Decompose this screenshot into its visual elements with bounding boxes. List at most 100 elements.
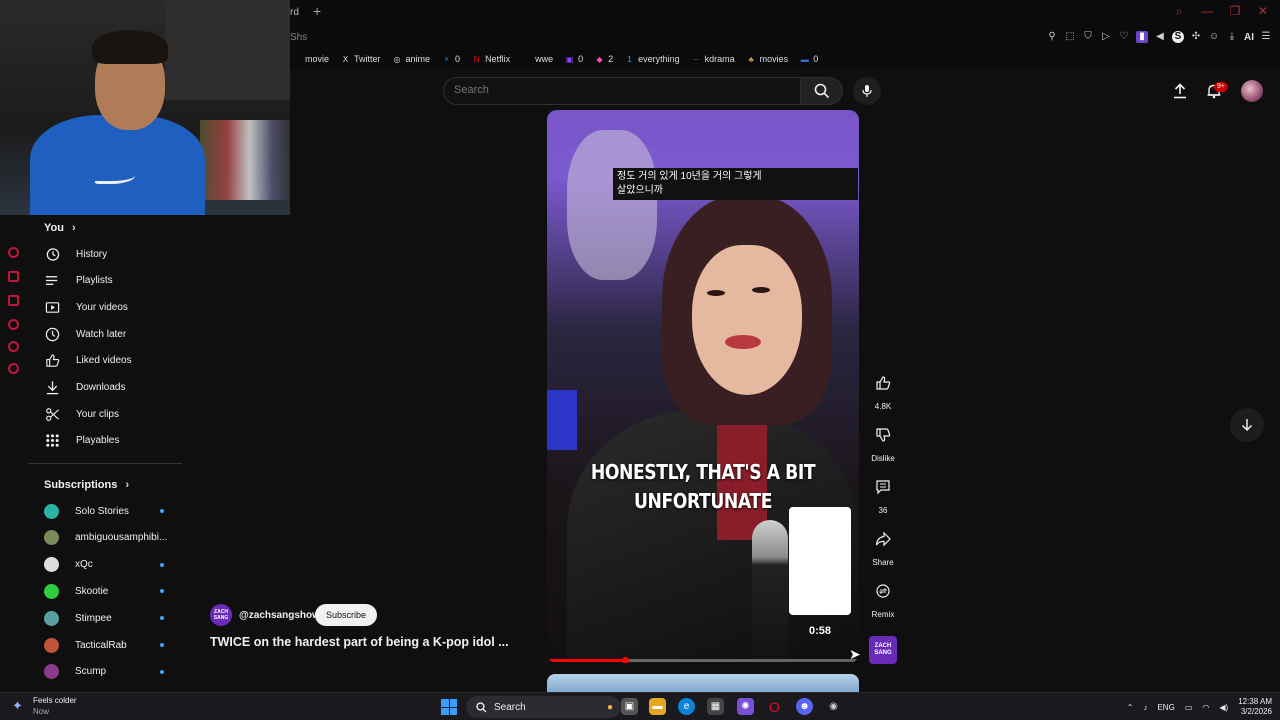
weather-icon[interactable]: ✦ — [12, 698, 23, 714]
share-button[interactable] — [866, 522, 900, 556]
search-tabs-icon[interactable]: ⌕ — [1172, 4, 1186, 19]
subscription-item[interactable]: Skootie — [44, 578, 184, 604]
puzzle-icon[interactable]: ✣ — [1190, 31, 1202, 43]
address-text[interactable]: Shs — [290, 32, 307, 43]
sidebar-item-playables[interactable]: Playables — [44, 428, 184, 454]
subscription-item[interactable]: Stimpee — [44, 605, 184, 631]
bookmark-item[interactable]: 1 everything — [625, 54, 679, 64]
subscription-item[interactable]: TacticalRab — [44, 632, 184, 658]
store-icon[interactable]: ▦ — [707, 698, 724, 715]
sidebar-you-header[interactable]: You › — [44, 222, 76, 234]
sidebar-you-label: You — [44, 222, 64, 234]
bookmark-item[interactable]: ·· kdrama — [692, 54, 734, 64]
clock[interactable]: 12:38 AM 3/2/2026 — [1238, 697, 1272, 717]
rail-play-icon[interactable] — [8, 271, 19, 282]
sidebar-item-label: Your videos — [76, 301, 128, 313]
start-button[interactable] — [441, 699, 457, 715]
s-extension-icon[interactable]: S — [1172, 31, 1184, 43]
bookmark-item[interactable]: X Twitter — [341, 54, 381, 64]
next-short-button[interactable] — [1230, 408, 1264, 442]
bookmark-item[interactable]: ◎ anime — [393, 54, 431, 64]
obs-icon[interactable]: ◉ — [825, 698, 842, 715]
download-icon[interactable]: ⤓ — [1226, 31, 1238, 43]
sidebar-subscriptions-header[interactable]: Subscriptions › — [44, 479, 129, 491]
rail-chat-icon[interactable] — [8, 341, 19, 352]
account-avatar[interactable] — [1241, 80, 1263, 102]
channel-avatar[interactable]: ZACH SANG — [210, 604, 232, 626]
microphone-icon[interactable]: ♪ — [1143, 703, 1147, 712]
comments-button[interactable] — [866, 470, 900, 504]
subscription-item[interactable]: ambiguousamphibi... — [44, 525, 184, 551]
edge-browser-icon[interactable]: e — [678, 698, 695, 715]
tray-expand-icon[interactable]: ⌃ — [1127, 703, 1134, 712]
language-indicator[interactable]: ENG — [1157, 703, 1174, 712]
ai-extension-button[interactable]: AI — [1244, 32, 1254, 43]
bookmark-item[interactable]: ▬ 0 — [800, 54, 819, 64]
shield-icon[interactable]: ⛉ — [1082, 31, 1094, 43]
share-label: Share — [872, 558, 894, 567]
rail-settings-icon[interactable] — [8, 363, 19, 374]
shorts-player[interactable]: 정도 거의 있게 10년을 거의 그렇게 살았으니까 HONESTLY, THA… — [547, 110, 859, 663]
bookmark-item[interactable]: ♣ movies — [747, 54, 789, 64]
subscription-item[interactable]: xQc — [44, 552, 184, 578]
volume-icon[interactable]: ◀) — [1219, 703, 1228, 712]
sidebar-item-history[interactable]: History — [44, 241, 184, 267]
restore-icon[interactable]: ❐ — [1228, 4, 1242, 19]
screenshot-icon[interactable]: ⬚ — [1064, 31, 1076, 43]
rail-bookmark-icon[interactable] — [8, 295, 19, 306]
dislike-button[interactable] — [866, 418, 900, 452]
sidebar-item-your-clips[interactable]: Your clips — [44, 401, 184, 427]
bookmark-item[interactable]: movie — [292, 54, 329, 64]
video-progress-fill — [547, 659, 625, 662]
short-title[interactable]: TWICE on the hardest part of being a K-p… — [210, 635, 509, 649]
taskbar-search[interactable]: Search ● — [466, 696, 621, 718]
copilot-icon[interactable]: ✺ — [737, 698, 754, 715]
bookmark-item[interactable]: wwe — [522, 54, 553, 64]
task-view-icon[interactable]: ▣ — [621, 698, 638, 715]
next-short-preview[interactable] — [547, 674, 859, 694]
network-icon[interactable]: ▭ — [1185, 703, 1193, 712]
subscription-item[interactable]: Scump — [44, 659, 184, 685]
voice-search-button[interactable] — [853, 77, 881, 105]
profile-extension-icon[interactable]: ☺ — [1208, 31, 1220, 43]
pin-icon[interactable]: ⚲ — [1046, 31, 1058, 43]
sidebar-item-playlists[interactable]: Playlists — [44, 268, 184, 294]
opera-gx-icon[interactable]: O — [766, 698, 783, 715]
bookmark-item[interactable]: N Netflix — [472, 54, 510, 64]
search-button[interactable] — [801, 77, 843, 105]
file-explorer-icon[interactable]: ▬ — [649, 698, 666, 715]
play-icon[interactable]: ▷ — [1100, 31, 1112, 43]
search-input[interactable] — [454, 84, 784, 96]
minimize-icon[interactable]: — — [1200, 4, 1214, 19]
rail-clock-icon[interactable] — [8, 319, 19, 330]
video-progress-handle[interactable] — [622, 657, 629, 663]
twitch-extension-icon[interactable]: ▮ — [1136, 31, 1148, 43]
subscription-item[interactable]: Solo Stories — [44, 498, 184, 524]
bookmark-item[interactable]: ⚡ 0 — [442, 54, 460, 64]
sidebar-item-liked-videos[interactable]: Liked videos — [44, 348, 184, 374]
close-icon[interactable]: ✕ — [1256, 4, 1270, 19]
video-progress-bar[interactable] — [547, 657, 859, 663]
like-button[interactable] — [866, 366, 900, 400]
heart-icon[interactable]: ♡ — [1118, 31, 1130, 43]
channel-handle[interactable]: @zachsangshow — [239, 610, 320, 621]
sidebar-item-watch-later[interactable]: Watch later — [44, 321, 184, 347]
remix-button[interactable] — [866, 574, 900, 608]
sidebar-item-your-videos[interactable]: Your videos — [44, 294, 184, 320]
wifi-icon[interactable]: ◠ — [1202, 703, 1209, 712]
channel-audio-thumbnail[interactable]: ZACH SANG — [869, 636, 897, 664]
create-button[interactable] — [1170, 81, 1190, 101]
subscribe-button[interactable]: Subscribe — [315, 604, 378, 626]
tab-title[interactable]: rd — [290, 7, 299, 18]
audio-icon[interactable]: ◀ — [1154, 31, 1166, 43]
bookmark-item[interactable]: ◆ 2 — [595, 54, 614, 64]
discord-icon[interactable]: ☻ — [796, 698, 813, 715]
rail-record-icon[interactable] — [8, 247, 19, 258]
new-tab-button[interactable]: + — [313, 3, 321, 19]
sidebar-item-downloads[interactable]: Downloads — [44, 375, 184, 401]
weather-text[interactable]: Feels colder — [33, 696, 77, 705]
menu-icon[interactable]: ☰ — [1260, 31, 1272, 43]
upload-icon — [1174, 83, 1186, 99]
dislike-label: Dislike — [871, 454, 895, 463]
bookmark-item[interactable]: ▣ 0 — [565, 54, 583, 64]
